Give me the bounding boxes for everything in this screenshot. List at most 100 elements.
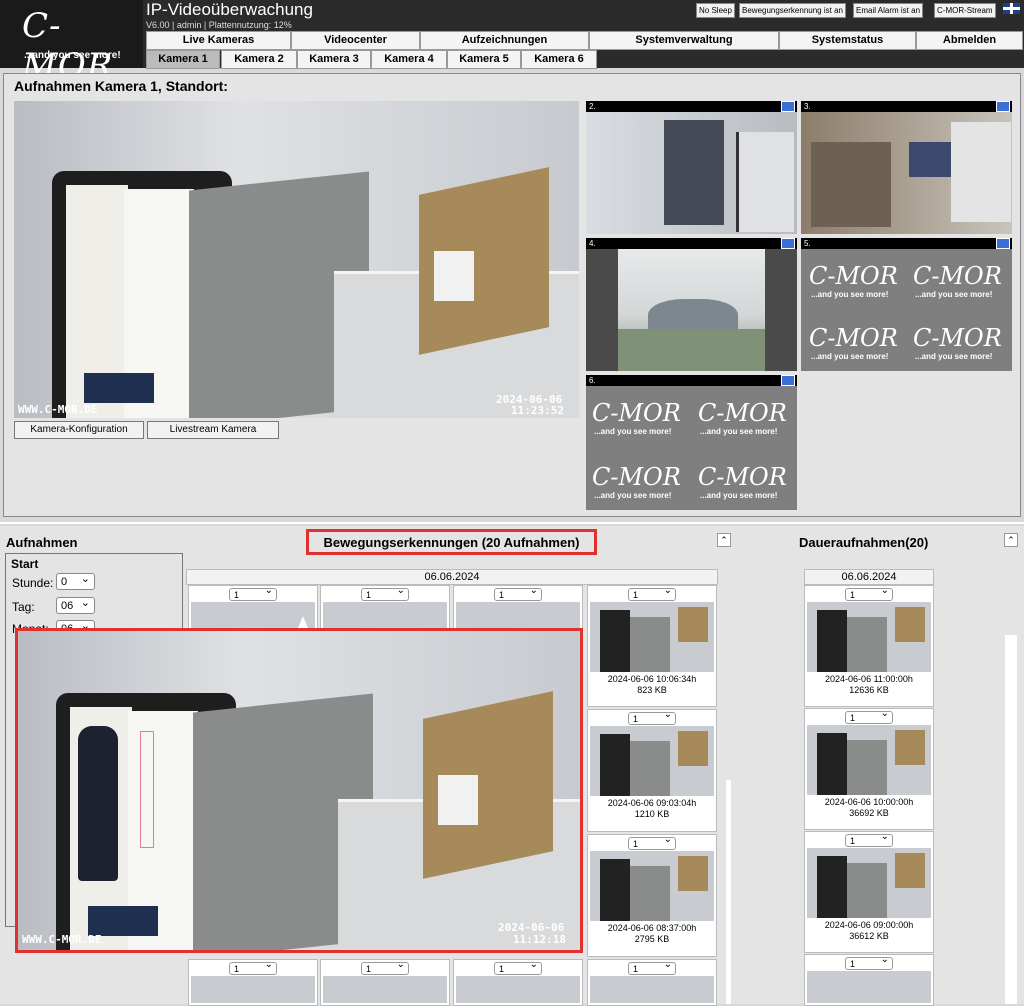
continuous-date-header: 06.06.2024 bbox=[804, 569, 934, 585]
recording-select[interactable]: 1 bbox=[361, 959, 409, 975]
tab-kamera-6[interactable]: Kamera 6 bbox=[521, 50, 597, 69]
thumb-up-icon[interactable] bbox=[781, 101, 795, 112]
recording-select[interactable]: 1 bbox=[845, 954, 893, 970]
thumb-up-icon[interactable] bbox=[996, 238, 1010, 249]
no-sleep-button[interactable]: No Sleep bbox=[696, 3, 735, 18]
camera-tile-label: 4. bbox=[589, 239, 596, 248]
recording-preview[interactable]: WWW.C-MOR.DE 2024-06-06 11:12:18 bbox=[15, 628, 583, 953]
placeholder-tagline: ...and you see more! bbox=[594, 491, 672, 500]
recording-select[interactable]: 1 bbox=[494, 959, 542, 975]
section-divider bbox=[0, 522, 1024, 524]
motion-recording-item[interactable]: 1 2024-06-06 09:03:04h 1210 KB bbox=[587, 709, 717, 832]
cursor-icon bbox=[298, 616, 308, 628]
recording-select[interactable]: 1 bbox=[628, 585, 676, 601]
recording-select[interactable]: 1 bbox=[628, 709, 676, 725]
thumb-up-icon[interactable] bbox=[996, 101, 1010, 112]
app-title: IP-Videoüberwachung bbox=[146, 0, 313, 19]
camera-tile-2[interactable]: 2. bbox=[586, 101, 797, 234]
tab-kamera-1[interactable]: Kamera 1 bbox=[146, 50, 220, 69]
recording-size: 36612 KB bbox=[849, 931, 889, 941]
continuous-scrollbar[interactable] bbox=[1005, 635, 1017, 1004]
camera-tile-6[interactable]: 6. C-MOR ...and you see more! C-MOR ...and… bbox=[586, 375, 797, 510]
app-meta: V6.00 | admin | Plattennutzung: 12% bbox=[146, 20, 292, 30]
placeholder-logo: C-MOR bbox=[809, 324, 898, 352]
placeholder-tagline: ...and you see more! bbox=[915, 290, 993, 299]
cmor-stream-button[interactable]: C-MOR-Stream bbox=[934, 3, 996, 18]
motion-recording-item[interactable]: 1 bbox=[320, 585, 450, 631]
recording-select[interactable]: 1 bbox=[628, 959, 676, 975]
placeholder-logo: C-MOR bbox=[809, 262, 898, 290]
camera-tile-label: 5. bbox=[804, 239, 811, 248]
recording-select[interactable]: 1 bbox=[845, 831, 893, 847]
menu-systemverwaltung[interactable]: Systemverwaltung bbox=[589, 31, 779, 50]
menu-systemstatus[interactable]: Systemstatus bbox=[779, 31, 916, 50]
menu-videocenter[interactable]: Videocenter bbox=[291, 31, 420, 50]
menu-live-kameras[interactable]: Live Kameras bbox=[146, 31, 291, 50]
camera-tile-5[interactable]: 5. C-MOR ...and you see more! C-MOR ...and… bbox=[801, 238, 1012, 371]
menu-abmelden[interactable]: Abmelden bbox=[916, 31, 1023, 50]
placeholder-logo: C-MOR bbox=[592, 463, 681, 491]
continuous-recording-item[interactable]: 1 2024-06-06 11:00:00h 12636 KB bbox=[804, 585, 934, 707]
tab-kamera-4[interactable]: Kamera 4 bbox=[371, 50, 447, 69]
thumb-up-icon[interactable] bbox=[781, 375, 795, 386]
recording-size: 2795 KB bbox=[634, 934, 670, 944]
cmor-logo[interactable]: C-MOR ...and you see more! bbox=[0, 0, 143, 86]
placeholder-logo: C-MOR bbox=[592, 399, 681, 427]
collapse-up-icon[interactable]: ⌃ bbox=[1004, 533, 1018, 547]
day-select[interactable]: 06 bbox=[56, 595, 95, 614]
motion-recording-item[interactable]: 1 bbox=[320, 959, 450, 1006]
hour-label: Stunde: bbox=[12, 576, 54, 590]
recording-size: 36692 KB bbox=[849, 808, 889, 818]
recording-time: 2024-06-06 11:00:00h bbox=[825, 674, 913, 684]
placeholder-logo: C-MOR bbox=[913, 324, 1002, 352]
recording-select[interactable]: 1 bbox=[845, 708, 893, 724]
person-silhouette bbox=[78, 726, 118, 881]
email-alarm-status-button[interactable]: Email Alarm ist an bbox=[853, 3, 924, 18]
placeholder-tagline: ...and you see more! bbox=[811, 352, 889, 361]
logo-tagline: ...and you see more! bbox=[24, 50, 121, 61]
tab-kamera-2[interactable]: Kamera 2 bbox=[221, 50, 297, 69]
motion-detection-status-button[interactable]: Bewegungserkennung ist an bbox=[739, 3, 846, 18]
motion-recording-item[interactable]: 1 2024-06-06 08:37:00h 2795 KB bbox=[587, 834, 717, 957]
camera-config-button[interactable]: Kamera-Konfiguration bbox=[14, 421, 144, 439]
placeholder-logo: C-MOR bbox=[698, 399, 787, 427]
motion-heading: Bewegungserkennungen (20 Aufnahmen) bbox=[306, 529, 597, 555]
camera-tile-4[interactable]: 4. bbox=[586, 238, 797, 371]
placeholder-tagline: ...and you see more! bbox=[700, 491, 778, 500]
motion-scrollbar[interactable] bbox=[726, 780, 731, 1004]
motion-recording-item[interactable]: 1 bbox=[453, 585, 583, 631]
recording-select[interactable]: 1 bbox=[361, 585, 409, 601]
continuous-recording-item[interactable]: 1 bbox=[804, 954, 934, 1006]
recording-time: 2024-06-06 08:37:00h bbox=[607, 923, 697, 933]
main-camera-view[interactable]: WWW.C-MOR.DE 2024-06-06 11:23:52 bbox=[14, 101, 579, 418]
recording-select[interactable]: 1 bbox=[628, 834, 676, 850]
tab-kamera-3[interactable]: Kamera 3 bbox=[297, 50, 371, 69]
tab-kamera-5[interactable]: Kamera 5 bbox=[447, 50, 521, 69]
uk-flag-icon[interactable] bbox=[1003, 3, 1020, 14]
motion-recording-item[interactable]: 1 bbox=[188, 959, 318, 1006]
recording-select[interactable]: 1 bbox=[229, 585, 277, 601]
continuous-recording-item[interactable]: 1 2024-06-06 10:00:00h 36692 KB bbox=[804, 708, 934, 830]
thumb-up-icon[interactable] bbox=[781, 238, 795, 249]
recording-time: 2024-06-06 10:00:00h bbox=[824, 797, 914, 807]
camera-tile-3[interactable]: 3. bbox=[801, 101, 1012, 234]
placeholder-tagline: ...and you see more! bbox=[915, 352, 993, 361]
collapse-up-icon[interactable]: ⌃ bbox=[717, 533, 731, 547]
recording-select[interactable]: 1 bbox=[229, 959, 277, 975]
camera-tile-label: 3. bbox=[804, 102, 811, 111]
motion-recording-item[interactable]: 1 bbox=[587, 959, 717, 1006]
motion-recording-item[interactable]: 1 bbox=[453, 959, 583, 1006]
menu-aufzeichnungen[interactable]: Aufzeichnungen bbox=[420, 31, 589, 50]
motion-box bbox=[140, 731, 154, 848]
livestream-button[interactable]: Livestream Kamera bbox=[147, 421, 279, 439]
placeholder-logo: C-MOR bbox=[698, 463, 787, 491]
camera-time-stamp: 11:23:52 bbox=[511, 404, 564, 417]
recording-size: 1210 KB bbox=[634, 809, 670, 819]
recording-select[interactable]: 1 bbox=[494, 585, 542, 601]
recordings-heading: Aufnahmen bbox=[6, 535, 78, 550]
recording-select[interactable]: 1 bbox=[845, 585, 893, 601]
preview-watermark: WWW.C-MOR.DE bbox=[22, 933, 102, 946]
continuous-recording-item[interactable]: 1 2024-06-06 09:00:00h 36612 KB bbox=[804, 831, 934, 953]
hour-select[interactable]: 0 bbox=[56, 571, 95, 590]
motion-recording-item[interactable]: 1 2024-06-06 10:06:34h 823 KB bbox=[587, 585, 717, 707]
